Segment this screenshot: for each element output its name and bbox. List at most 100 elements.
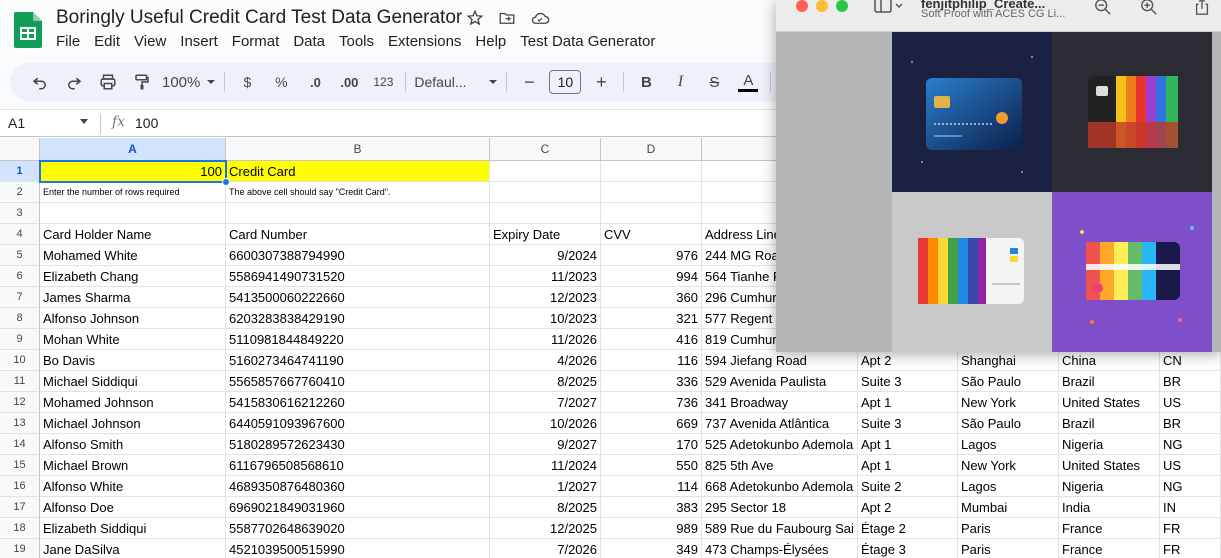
- cell-h12[interactable]: United States: [1059, 392, 1160, 413]
- cell-c11[interactable]: 8/2025: [490, 371, 601, 392]
- cell-f10[interactable]: Apt 2: [858, 350, 958, 371]
- cell-d3[interactable]: [601, 203, 702, 224]
- cell-d6[interactable]: 994: [601, 266, 702, 287]
- select-all-corner[interactable]: [0, 138, 40, 161]
- chevron-down-icon[interactable]: [80, 119, 88, 124]
- cell-c12[interactable]: 7/2027: [490, 392, 601, 413]
- cell-g11[interactable]: São Paulo: [958, 371, 1059, 392]
- menu-format[interactable]: Format: [232, 33, 280, 50]
- cell-h18[interactable]: France: [1059, 518, 1160, 539]
- cell-a4[interactable]: Card Holder Name: [40, 224, 226, 245]
- decrease-font-size-button[interactable]: −: [515, 68, 543, 96]
- increase-font-size-button[interactable]: +: [587, 68, 615, 96]
- cell-i15[interactable]: US: [1160, 455, 1221, 476]
- cell-i11[interactable]: BR: [1160, 371, 1221, 392]
- cell-i18[interactable]: FR: [1160, 518, 1221, 539]
- cell-a16[interactable]: Alfonso White: [40, 476, 226, 497]
- cell-e10[interactable]: 594 Jiefang Road: [702, 350, 858, 371]
- cell-e12[interactable]: 341 Broadway: [702, 392, 858, 413]
- cell-a8[interactable]: Alfonso Johnson: [40, 308, 226, 329]
- move-folder-icon[interactable]: [498, 9, 516, 27]
- cell-f17[interactable]: Apt 2: [858, 497, 958, 518]
- sidebar-toggle-icon[interactable]: [874, 0, 904, 19]
- cell-g13[interactable]: São Paulo: [958, 413, 1059, 434]
- cell-a9[interactable]: Mohan White: [40, 329, 226, 350]
- cell-c13[interactable]: 10/2026: [490, 413, 601, 434]
- cell-b11[interactable]: 5565857667760410: [226, 371, 490, 392]
- cell-e17[interactable]: 295 Sector 18: [702, 497, 858, 518]
- cell-b4[interactable]: Card Number: [226, 224, 490, 245]
- row-header[interactable]: 4: [0, 224, 40, 245]
- minimize-window-button[interactable]: [816, 0, 828, 12]
- cell-h17[interactable]: India: [1059, 497, 1160, 518]
- cell-h13[interactable]: Brazil: [1059, 413, 1160, 434]
- cell-c4[interactable]: Expiry Date: [490, 224, 601, 245]
- cell-b15[interactable]: 6116796508568610: [226, 455, 490, 476]
- cell-b19[interactable]: 4521039500515990: [226, 539, 490, 558]
- strikethrough-button[interactable]: S: [700, 68, 728, 96]
- cell-a5[interactable]: Mohamed White: [40, 245, 226, 266]
- credit-card-image-1[interactable]: [892, 32, 1052, 192]
- cell-i17[interactable]: IN: [1160, 497, 1221, 518]
- menu-help[interactable]: Help: [475, 33, 506, 50]
- decrease-decimal-button[interactable]: .0: [301, 68, 329, 96]
- italic-button[interactable]: I: [666, 68, 694, 96]
- cell-e18[interactable]: 589 Rue du Faubourg Sai: [702, 518, 858, 539]
- cell-b6[interactable]: 5586941490731520: [226, 266, 490, 287]
- cell-d18[interactable]: 989: [601, 518, 702, 539]
- cell-a7[interactable]: James Sharma: [40, 287, 226, 308]
- cell-a12[interactable]: Mohamed Johnson: [40, 392, 226, 413]
- formula-input[interactable]: 100: [135, 115, 158, 131]
- sheets-logo-icon[interactable]: [14, 12, 42, 48]
- zoom-out-icon[interactable]: [1094, 0, 1112, 21]
- document-title[interactable]: Boringly Useful Credit Card Test Data Ge…: [56, 7, 462, 29]
- share-icon[interactable]: [1194, 0, 1210, 21]
- cell-d7[interactable]: 360: [601, 287, 702, 308]
- cell-g16[interactable]: Lagos: [958, 476, 1059, 497]
- cell-a3[interactable]: [40, 203, 226, 224]
- cell-b8[interactable]: 6203283838429190: [226, 308, 490, 329]
- row-header[interactable]: 11: [0, 371, 40, 392]
- cell-a19[interactable]: Jane DaSilva: [40, 539, 226, 558]
- print-icon[interactable]: [94, 68, 122, 96]
- cell-d1[interactable]: [601, 161, 702, 182]
- row-header[interactable]: 6: [0, 266, 40, 287]
- column-header-d[interactable]: D: [601, 138, 702, 161]
- cell-a13[interactable]: Michael Johnson: [40, 413, 226, 434]
- cell-e14[interactable]: 525 Adetokunbo Ademola: [702, 434, 858, 455]
- cell-d2[interactable]: [601, 182, 702, 203]
- cell-a11[interactable]: Michael Siddiqui: [40, 371, 226, 392]
- cell-i16[interactable]: NG: [1160, 476, 1221, 497]
- cell-h11[interactable]: Brazil: [1059, 371, 1160, 392]
- row-header[interactable]: 17: [0, 497, 40, 518]
- credit-card-image-2[interactable]: [1052, 32, 1212, 192]
- row-header[interactable]: 18: [0, 518, 40, 539]
- percent-format-button[interactable]: %: [267, 68, 295, 96]
- credit-card-image-4[interactable]: [1052, 192, 1212, 352]
- cell-b14[interactable]: 5180289572623430: [226, 434, 490, 455]
- menu-view[interactable]: View: [134, 33, 166, 50]
- cell-g12[interactable]: New York: [958, 392, 1059, 413]
- bold-button[interactable]: B: [632, 68, 660, 96]
- zoom-in-icon[interactable]: [1140, 0, 1158, 21]
- cell-g14[interactable]: Lagos: [958, 434, 1059, 455]
- zoom-window-button[interactable]: [836, 0, 848, 12]
- cell-e16[interactable]: 668 Adetokunbo Ademola: [702, 476, 858, 497]
- cell-c19[interactable]: 7/2026: [490, 539, 601, 558]
- increase-decimal-button[interactable]: .00: [335, 68, 363, 96]
- cell-b13[interactable]: 6440591093967600: [226, 413, 490, 434]
- menu-file[interactable]: File: [56, 33, 80, 50]
- cell-c9[interactable]: 11/2026: [490, 329, 601, 350]
- cell-c15[interactable]: 11/2024: [490, 455, 601, 476]
- cell-c2[interactable]: [490, 182, 601, 203]
- cell-d13[interactable]: 669: [601, 413, 702, 434]
- cell-c5[interactable]: 9/2024: [490, 245, 601, 266]
- cell-g19[interactable]: Paris: [958, 539, 1059, 558]
- row-header[interactable]: 14: [0, 434, 40, 455]
- cell-c14[interactable]: 9/2027: [490, 434, 601, 455]
- cell-d11[interactable]: 336: [601, 371, 702, 392]
- cell-i12[interactable]: US: [1160, 392, 1221, 413]
- font-size-input[interactable]: 10: [549, 68, 582, 96]
- row-header[interactable]: 16: [0, 476, 40, 497]
- row-header[interactable]: 9: [0, 329, 40, 350]
